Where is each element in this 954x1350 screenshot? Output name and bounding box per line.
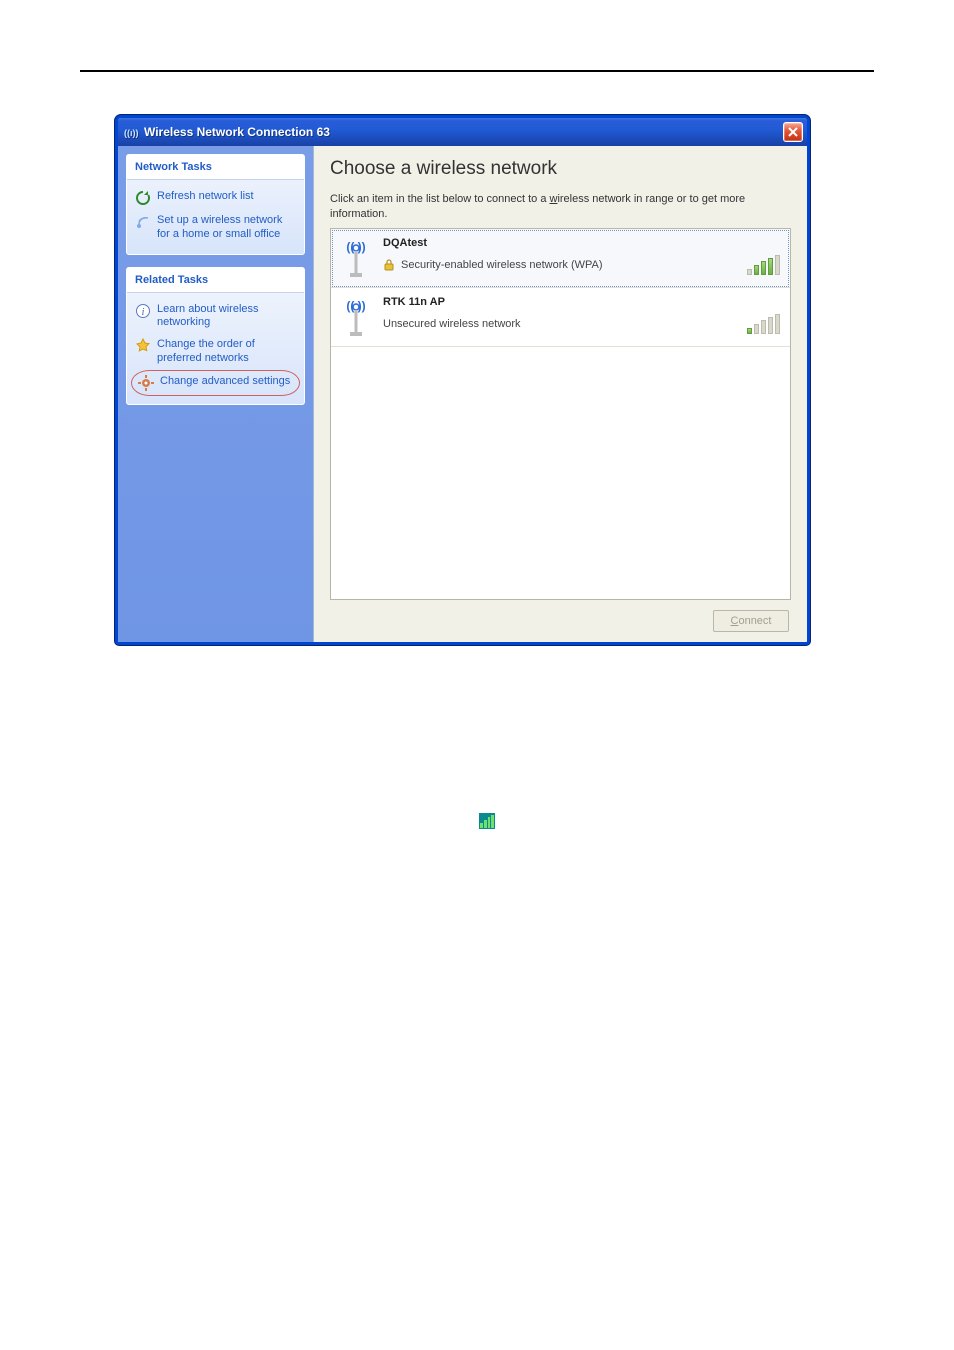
network-subtitle: Security-enabled wireless network (WPA) bbox=[383, 259, 737, 271]
change-order-preferred[interactable]: Change the order of preferred networks bbox=[131, 334, 300, 370]
sidebar: Network Tasks Refresh network list Set u… bbox=[118, 146, 313, 642]
task-label: Change advanced settings bbox=[160, 375, 290, 389]
setup-network-icon bbox=[135, 214, 151, 230]
close-button[interactable] bbox=[783, 122, 803, 142]
group-header: Network Tasks bbox=[127, 155, 304, 180]
refresh-icon bbox=[135, 190, 151, 206]
wireless-connection-window: ((ı)) Wireless Network Connection 63 Net… bbox=[115, 115, 810, 645]
network-item[interactable]: (( )) RTK 11n AP Unsecured wireless netw… bbox=[331, 288, 790, 347]
change-advanced-settings[interactable]: Change advanced settings bbox=[131, 370, 300, 396]
main-panel: Choose a wireless network Click an item … bbox=[313, 146, 807, 642]
network-name: DQAtest bbox=[383, 237, 737, 249]
network-subtitle: Unsecured wireless network bbox=[383, 318, 737, 330]
task-label: Set up a wireless network for a home or … bbox=[157, 214, 296, 242]
svg-text:((ı)): ((ı)) bbox=[124, 128, 139, 138]
signal-strength-icon bbox=[747, 314, 780, 334]
wireless-icon: ((ı)) bbox=[124, 124, 140, 140]
task-label: Change the order of preferred networks bbox=[157, 338, 296, 366]
info-icon: i bbox=[135, 303, 151, 319]
network-name: RTK 11n AP bbox=[383, 296, 737, 308]
star-icon bbox=[135, 338, 151, 354]
group-header: Related Tasks bbox=[127, 268, 304, 293]
lock-icon bbox=[383, 259, 395, 271]
learn-about-wireless[interactable]: i Learn about wireless networking bbox=[131, 299, 300, 335]
task-label: Learn about wireless networking bbox=[157, 303, 296, 331]
network-item[interactable]: (( )) DQAtest Security-enabled wir bbox=[331, 229, 790, 288]
titlebar[interactable]: ((ı)) Wireless Network Connection 63 bbox=[118, 118, 807, 146]
network-tasks-group: Network Tasks Refresh network list Set u… bbox=[126, 154, 305, 255]
instruction-text: Click an item in the list below to conne… bbox=[330, 192, 791, 222]
task-label: Refresh network list bbox=[157, 190, 254, 204]
page-title: Choose a wireless network bbox=[330, 158, 791, 180]
antenna-icon: (( )) bbox=[339, 296, 373, 336]
setup-wireless-network[interactable]: Set up a wireless network for a home or … bbox=[131, 210, 300, 246]
gear-icon bbox=[138, 375, 154, 391]
connect-button[interactable]: Connect bbox=[713, 610, 789, 632]
related-tasks-group: Related Tasks i Learn about wireless net… bbox=[126, 267, 305, 405]
window-title: Wireless Network Connection 63 bbox=[144, 125, 330, 139]
signal-strength-icon bbox=[747, 255, 780, 275]
antenna-icon: (( )) bbox=[339, 237, 373, 277]
refresh-network-list[interactable]: Refresh network list bbox=[131, 186, 300, 210]
tray-signal-icon[interactable] bbox=[479, 813, 495, 829]
svg-text:i: i bbox=[142, 307, 145, 318]
network-list[interactable]: (( )) DQAtest Security-enabled wir bbox=[330, 228, 791, 600]
